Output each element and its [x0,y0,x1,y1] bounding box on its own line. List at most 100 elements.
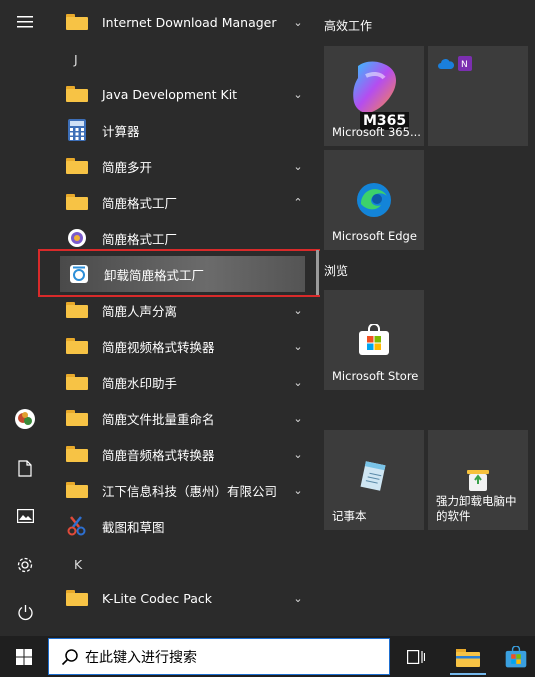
list-item-label: 简鹿格式工厂 [102,195,178,211]
list-item-label: 简鹿多开 [102,159,153,175]
user-account-button[interactable] [0,399,50,439]
list-item-jianlu-watermark[interactable]: 简鹿水印助手 ⌄ [58,364,313,400]
list-item-jiangxia[interactable]: 江下信息科技（惠州）有限公司 ⌄ [58,472,313,508]
svg-text:N: N [461,60,468,70]
chevron-down-icon: ⌄ [293,591,303,605]
settings-icon [17,557,33,573]
tile-label: Microsoft Edge [332,229,417,243]
chevron-down-icon: ⌄ [293,303,303,317]
tile-label: 记事本 [332,509,367,523]
windows-logo-icon [16,648,32,665]
tile-microsoft-365[interactable]: M365 Microsoft 365... [324,46,424,146]
taskbar-microsoft-store[interactable] [496,638,535,675]
tile-uninstaller[interactable]: 强力卸载电脑中的软件 [428,430,528,530]
folder-icon [66,590,88,606]
hamburger-icon [17,16,33,28]
folder-icon [66,14,88,30]
list-item-java-development-kit[interactable]: Java Development Kit ⌄ [58,76,313,112]
folder-icon [66,410,88,426]
list-item-label: 江下信息科技（惠州）有限公司 [102,483,278,499]
list-item-label: 简鹿人声分离 [102,303,178,319]
list-item-label: 简鹿音频格式转换器 [102,447,215,463]
folder-icon [66,374,88,390]
document-icon [18,459,32,477]
list-item-label: Internet Download Manager [102,14,277,30]
list-item-internet-download-manager[interactable]: Internet Download Manager ⌄ [58,4,313,40]
list-item-jianlu-audio[interactable]: 简鹿音频格式转换器 ⌄ [58,436,313,472]
list-item-jianlu-duokai[interactable]: 简鹿多开 ⌄ [58,148,313,184]
tile-microsoft-edge[interactable]: Microsoft Edge [324,150,424,250]
recycle-uninstall-icon [467,470,489,491]
list-item-label: Java Development Kit [102,86,238,102]
folder-icon [66,194,88,210]
group-header-browse[interactable]: 浏览 [324,262,348,279]
tile-label: Microsoft 365... [332,125,421,139]
chevron-down-icon: ⌄ [293,447,303,461]
list-item-jianlu-video[interactable]: 简鹿视频格式转换器 ⌄ [58,328,313,364]
list-item-label: 简鹿格式工厂 [102,231,178,247]
calculator-icon [68,119,86,141]
folder-icon [66,482,88,498]
chevron-down-icon: ⌄ [293,15,303,29]
list-item-calculator[interactable]: 计算器 [58,112,313,148]
list-item-label: 截图和草图 [102,519,165,535]
start-button[interactable] [0,638,48,675]
jianlu-format-factory-icon [68,229,86,247]
expand-menu-button[interactable] [0,2,50,42]
folder-icon [66,86,88,102]
letter-header-j[interactable]: J [74,52,78,67]
list-item-label: 简鹿视频格式转换器 [102,339,215,355]
power-button[interactable] [0,592,50,632]
taskbar-search-box[interactable]: 在此键入进行搜索 [48,638,390,675]
chevron-down-icon: ⌄ [293,411,303,425]
chevron-down-icon: ⌄ [293,483,303,497]
search-placeholder: 在此键入进行搜索 [85,649,197,666]
chevron-down-icon: ⌄ [293,87,303,101]
tile-notepad[interactable]: 记事本 [324,430,424,530]
documents-button[interactable] [0,448,50,488]
taskbar-file-explorer[interactable] [446,638,490,675]
app-list-scrollbar[interactable] [316,250,319,295]
tile-label: Microsoft Store [332,369,419,383]
folder-icon [66,302,88,318]
folder-icon [66,446,88,462]
start-left-rail [0,0,50,636]
file-explorer-icon [456,648,480,667]
tile-label: 强力卸载电脑中的软件 [436,494,517,523]
task-view-button[interactable] [398,638,434,675]
onedrive-icon [438,59,454,69]
tiles-panel: 高效工作 M365 Microsoft 365... N Microsoft E… [320,0,535,636]
highlight-box [38,249,323,297]
list-item-jianlu-rename[interactable]: 简鹿文件批量重命名 ⌄ [58,400,313,436]
onenote-icon: N [458,56,472,71]
list-item-klite[interactable]: K-Lite Codec Pack ⌄ [58,580,313,616]
list-item-jianlu-vocal[interactable]: 简鹿人声分离 ⌄ [58,292,313,328]
tile-microsoft-store[interactable]: Microsoft Store [324,290,424,390]
app-list: Internet Download Manager ⌄ J Java Devel… [50,0,320,636]
letter-header-k[interactable]: K [74,557,82,572]
chevron-down-icon: ⌄ [293,339,303,353]
folder-icon [66,158,88,174]
list-item-label: 计算器 [102,123,140,139]
list-item-snipping[interactable]: 截图和草图 [58,508,313,544]
avatar [15,409,35,429]
group-header-productivity[interactable]: 高效工作 [324,17,372,34]
active-indicator [450,673,486,675]
chevron-down-icon: ⌄ [293,159,303,173]
store-icon [359,324,389,355]
chevron-up-icon: ⌃ [293,195,303,209]
notepad-icon [360,461,386,491]
list-item-label: K-Lite Codec Pack [102,590,212,606]
list-item-label: 简鹿文件批量重命名 [102,411,215,427]
tile-app-folder[interactable]: N [428,46,528,146]
chevron-down-icon: ⌄ [293,375,303,389]
list-item-label: 简鹿水印助手 [102,375,178,391]
search-icon [61,648,78,665]
settings-button[interactable] [0,545,50,585]
power-icon [17,604,33,620]
pictures-button[interactable] [0,496,50,536]
list-item-jianlu-format-factory-folder[interactable]: 简鹿格式工厂 ⌃ [58,184,313,220]
pictures-icon [16,509,34,523]
m365-icon [353,61,396,113]
task-view-icon [407,649,425,664]
